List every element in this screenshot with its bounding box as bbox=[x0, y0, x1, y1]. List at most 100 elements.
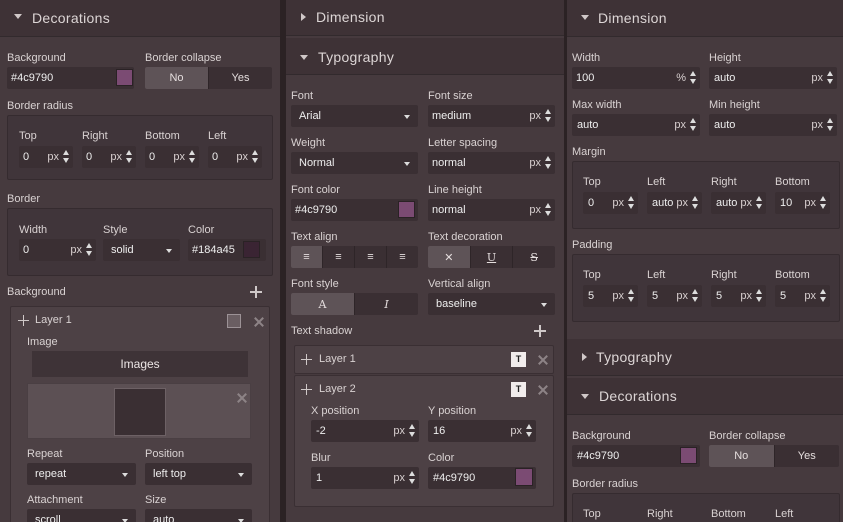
unit: px bbox=[236, 151, 248, 163]
decorations-section-header[interactable]: Decorations bbox=[567, 378, 843, 415]
position-select[interactable]: left top bbox=[145, 463, 252, 485]
add-shadow-icon[interactable] bbox=[534, 325, 546, 337]
close-icon[interactable] bbox=[254, 317, 264, 327]
font-color-swatch[interactable] bbox=[398, 201, 415, 218]
line-height-input[interactable]: normal px bbox=[428, 199, 555, 221]
padding-bottom-input[interactable]: 5 px bbox=[775, 285, 830, 307]
stepper-icon[interactable] bbox=[189, 150, 196, 164]
background-color-swatch[interactable] bbox=[680, 447, 697, 464]
repeat-select[interactable]: repeat bbox=[27, 463, 136, 485]
font-size-input[interactable]: medium px bbox=[428, 105, 555, 127]
align-left-icon[interactable]: ≡ bbox=[291, 246, 323, 268]
background-color-swatch[interactable] bbox=[116, 69, 133, 86]
border-color-swatch[interactable] bbox=[243, 241, 260, 258]
margin-top-input[interactable]: 0 px bbox=[583, 192, 638, 214]
margin-left-input[interactable]: auto px bbox=[647, 192, 702, 214]
stepper-icon[interactable] bbox=[628, 196, 635, 210]
border-collapse-yes-button[interactable]: Yes bbox=[775, 445, 840, 467]
y-position-input[interactable]: 16 px bbox=[428, 420, 536, 442]
shadow-layer-1[interactable]: Layer 1 T bbox=[294, 345, 554, 374]
border-width-input[interactable]: 0 px bbox=[19, 239, 96, 261]
text-preview-icon[interactable]: T bbox=[511, 352, 526, 367]
preview-icon[interactable] bbox=[227, 314, 241, 328]
strikethrough-icon[interactable]: S bbox=[513, 246, 555, 268]
italic-icon[interactable]: I bbox=[355, 293, 418, 315]
width-input[interactable]: 100% bbox=[572, 67, 700, 89]
stepper-icon[interactable] bbox=[409, 424, 416, 438]
font-select[interactable]: Arial bbox=[291, 105, 418, 127]
border-collapse-yes-button[interactable]: Yes bbox=[209, 67, 272, 89]
radius-left-input[interactable]: 0 px bbox=[208, 146, 262, 168]
margin-right-input[interactable]: auto px bbox=[711, 192, 766, 214]
unit: px bbox=[529, 157, 541, 169]
stepper-icon[interactable] bbox=[690, 118, 697, 132]
border-style-select[interactable]: solid bbox=[103, 239, 180, 261]
stepper-icon[interactable] bbox=[827, 118, 834, 132]
align-right-icon[interactable]: ≡ bbox=[355, 246, 387, 268]
stepper-icon[interactable] bbox=[628, 289, 635, 303]
padding-top-input[interactable]: 5 px bbox=[583, 285, 638, 307]
border-collapse-no-button[interactable]: No bbox=[145, 67, 209, 89]
images-button[interactable]: Images bbox=[32, 351, 248, 377]
stepper-icon[interactable] bbox=[252, 150, 259, 164]
shadow-color-swatch[interactable] bbox=[515, 468, 533, 486]
radius-right-label: Right bbox=[82, 130, 108, 142]
radius-right-input[interactable]: 0 px bbox=[82, 146, 136, 168]
add-layer-icon[interactable] bbox=[250, 286, 262, 298]
stepper-icon[interactable] bbox=[526, 424, 533, 438]
stepper-icon[interactable] bbox=[692, 196, 699, 210]
x-position-value: -2 bbox=[316, 425, 326, 437]
typography-section-header[interactable]: Typography bbox=[567, 339, 843, 376]
typography-section-header[interactable]: Typography bbox=[286, 38, 564, 75]
drag-handle-icon[interactable] bbox=[301, 384, 312, 395]
close-icon[interactable] bbox=[538, 385, 548, 395]
margin-bottom-input[interactable]: 10 px bbox=[775, 192, 830, 214]
align-justify-icon[interactable]: ≡ bbox=[387, 246, 418, 268]
remove-image-icon[interactable] bbox=[237, 393, 247, 403]
drag-handle-icon[interactable] bbox=[301, 354, 312, 365]
min-height-input[interactable]: auto px bbox=[709, 114, 837, 136]
image-preview[interactable] bbox=[27, 383, 251, 439]
drag-handle-icon[interactable] bbox=[18, 315, 29, 326]
stepper-icon[interactable] bbox=[409, 471, 416, 485]
x-position-input[interactable]: -2 px bbox=[311, 420, 419, 442]
align-center-icon[interactable]: ≡ bbox=[323, 246, 355, 268]
dimension-section-header[interactable]: Dimension bbox=[286, 0, 564, 36]
stepper-icon[interactable] bbox=[820, 196, 827, 210]
underline-icon[interactable]: U bbox=[471, 246, 514, 268]
max-width-input[interactable]: auto px bbox=[572, 114, 700, 136]
stepper-icon[interactable] bbox=[63, 150, 70, 164]
normal-style-icon[interactable]: A bbox=[291, 293, 355, 315]
text-preview-icon[interactable]: T bbox=[511, 382, 526, 397]
stepper-icon[interactable] bbox=[545, 156, 552, 170]
stepper-icon[interactable] bbox=[545, 203, 552, 217]
stepper-icon[interactable] bbox=[545, 109, 552, 123]
attachment-select[interactable]: scroll bbox=[27, 509, 136, 522]
close-icon[interactable] bbox=[538, 355, 548, 365]
letter-spacing-input[interactable]: normal px bbox=[428, 152, 555, 174]
stepper-icon[interactable] bbox=[690, 71, 697, 85]
caret-down-icon bbox=[300, 55, 308, 60]
stepper-icon[interactable] bbox=[86, 243, 93, 257]
blur-input[interactable]: 1 px bbox=[311, 467, 419, 489]
stepper-icon[interactable] bbox=[756, 289, 763, 303]
size-select[interactable]: auto bbox=[145, 509, 252, 522]
radius-top-input[interactable]: 0 px bbox=[19, 146, 73, 168]
background-color-input[interactable]: #4c9790 bbox=[7, 67, 134, 89]
stepper-icon[interactable] bbox=[692, 289, 699, 303]
stepper-icon[interactable] bbox=[756, 196, 763, 210]
stepper-icon[interactable] bbox=[126, 150, 133, 164]
height-input[interactable]: auto px bbox=[709, 67, 837, 89]
radius-bottom-input[interactable]: 0 px bbox=[145, 146, 199, 168]
stepper-icon[interactable] bbox=[827, 71, 834, 85]
padding-left-input[interactable]: 5 px bbox=[647, 285, 702, 307]
padding-right-input[interactable]: 5 px bbox=[711, 285, 766, 307]
stepper-icon[interactable] bbox=[820, 289, 827, 303]
border-style-label: Style bbox=[103, 224, 128, 236]
none-decoration-icon[interactable]: ✕ bbox=[428, 246, 471, 268]
dimension-section-header[interactable]: Dimension bbox=[567, 0, 843, 37]
decorations-section-header[interactable]: Decorations bbox=[0, 0, 280, 37]
border-collapse-no-button[interactable]: No bbox=[709, 445, 775, 467]
vertical-align-select[interactable]: baseline bbox=[428, 293, 555, 315]
weight-select[interactable]: Normal bbox=[291, 152, 418, 174]
